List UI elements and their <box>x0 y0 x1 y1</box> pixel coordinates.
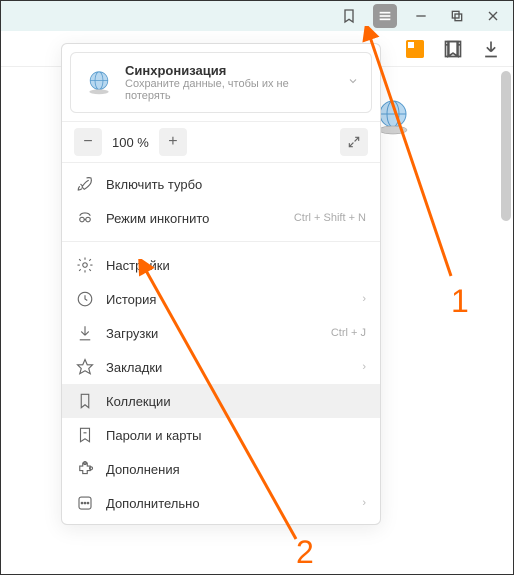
main-menu-dropdown: Синхронизация Сохраните данные, чтобы их… <box>61 43 381 525</box>
zoom-out-button[interactable]: − <box>74 128 102 156</box>
menu-item-bookmarks[interactable]: Закладки › <box>62 350 380 384</box>
menu-divider <box>62 241 380 242</box>
menu-label: Коллекции <box>106 394 366 409</box>
star-icon <box>76 358 94 376</box>
downloads-icon[interactable] <box>481 39 501 59</box>
menu-shortcut: Ctrl + Shift + N <box>294 212 366 224</box>
menu-shortcut: Ctrl + J <box>331 327 366 339</box>
zoom-in-button[interactable]: + <box>159 128 187 156</box>
menu-label: Дополнительно <box>106 496 350 511</box>
chevron-right-icon: › <box>362 293 366 305</box>
maximize-button[interactable] <box>445 4 469 28</box>
menu-label: Дополнения <box>106 462 366 477</box>
bookmark-icon[interactable] <box>337 4 361 28</box>
menu-item-settings[interactable]: Настройки <box>62 248 380 282</box>
sync-card[interactable]: Синхронизация Сохраните данные, чтобы их… <box>70 52 372 113</box>
incognito-icon <box>76 209 94 227</box>
rocket-icon <box>76 175 94 193</box>
key-icon <box>76 426 94 444</box>
dots-icon <box>76 494 94 512</box>
menu-item-turbo[interactable]: Включить турбо <box>62 167 380 201</box>
zoom-controls: − 100 % + <box>62 121 380 163</box>
menu-item-passwords[interactable]: Пароли и карты <box>62 418 380 452</box>
menu-label: Закладки <box>106 360 350 375</box>
zoom-value: 100 % <box>108 135 153 150</box>
menu-label: Включить турбо <box>106 177 366 192</box>
main-menu-button[interactable] <box>373 4 397 28</box>
sync-text: Синхронизация Сохраните данные, чтобы их… <box>125 63 337 102</box>
chevron-right-icon: › <box>362 497 366 509</box>
minimize-button[interactable] <box>409 4 433 28</box>
sync-subtitle: Сохраните данные, чтобы их не потерять <box>125 78 337 102</box>
menu-item-incognito[interactable]: Режим инкогнито Ctrl + Shift + N <box>62 201 380 235</box>
menu-label: Пароли и карты <box>106 428 366 443</box>
menu-item-more[interactable]: Дополнительно › <box>62 486 380 520</box>
chevron-down-icon <box>347 74 359 92</box>
clock-icon <box>76 290 94 308</box>
fullscreen-button[interactable] <box>340 128 368 156</box>
menu-item-collections[interactable]: Коллекции <box>62 384 380 418</box>
download-icon <box>76 324 94 342</box>
puzzle-icon <box>76 460 94 478</box>
window-titlebar <box>1 1 513 31</box>
chevron-right-icon: › <box>362 361 366 373</box>
menu-label: История <box>106 292 350 307</box>
menu-label: Настройки <box>106 258 366 273</box>
menu-label: Загрузки <box>106 326 319 341</box>
menu-item-history[interactable]: История › <box>62 282 380 316</box>
menu-item-downloads[interactable]: Загрузки Ctrl + J <box>62 316 380 350</box>
gear-icon <box>76 256 94 274</box>
sync-globe-icon <box>83 67 115 99</box>
menu-label: Режим инкогнито <box>106 211 282 226</box>
close-button[interactable] <box>481 4 505 28</box>
bookmark-flag-icon <box>76 392 94 410</box>
sidebar-panel-icon[interactable] <box>443 39 463 59</box>
sync-title: Синхронизация <box>125 63 337 78</box>
page-scrollbar[interactable] <box>501 71 511 221</box>
menu-item-addons[interactable]: Дополнения <box>62 452 380 486</box>
tab-icon[interactable] <box>405 39 425 59</box>
